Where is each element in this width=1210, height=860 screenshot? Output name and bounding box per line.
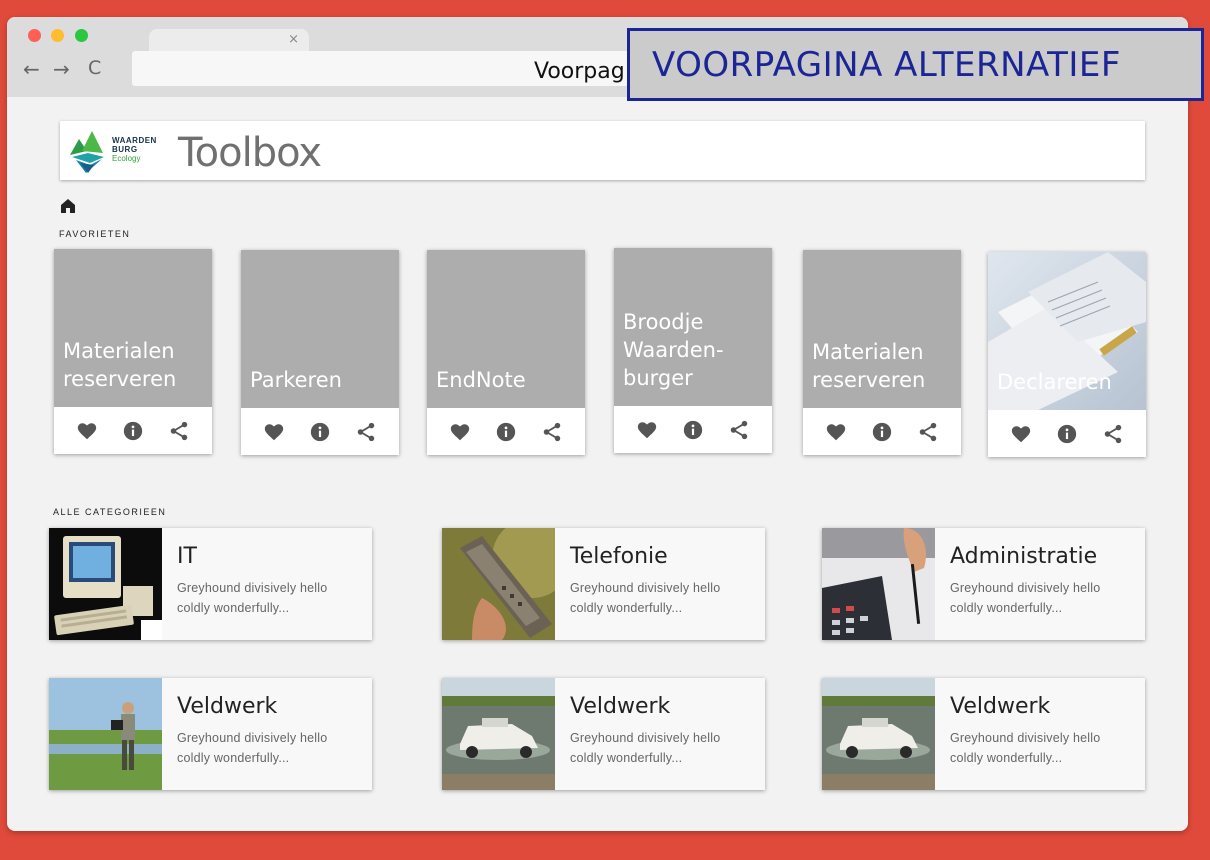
- favorite-card-title: Materialen reserveren: [812, 340, 926, 392]
- maximize-window-button[interactable]: [75, 29, 88, 42]
- share-icon[interactable]: [355, 421, 377, 443]
- home-icon[interactable]: [60, 198, 76, 214]
- info-icon[interactable]: [871, 421, 893, 443]
- category-card-image: [49, 528, 162, 640]
- category-card-title: IT: [177, 544, 197, 569]
- category-card-image: [442, 528, 555, 640]
- favorite-card-actions: [988, 410, 1146, 457]
- category-card-description: Greyhound divisively hello coldly wonder…: [177, 581, 328, 615]
- category-card[interactable]: Telefonie Greyhound divisively hello cold…: [442, 528, 765, 640]
- info-icon[interactable]: [1056, 423, 1078, 445]
- category-card-image: [822, 678, 935, 790]
- category-card-title: Veldwerk: [950, 694, 1051, 719]
- favorite-card-title: Parkeren: [250, 368, 342, 392]
- favorite-card[interactable]: EndNote: [427, 250, 585, 455]
- category-card[interactable]: Veldwerk Greyhound divisively hello coldl…: [822, 678, 1145, 790]
- favorite-card-title: Materialen reserveren: [63, 339, 177, 391]
- tab-close-icon[interactable]: ×: [288, 32, 299, 47]
- heart-icon[interactable]: [449, 421, 471, 443]
- category-card[interactable]: IT Greyhound divisively hello coldly wond…: [49, 528, 372, 640]
- share-icon[interactable]: [917, 421, 939, 443]
- category-card-description: Greyhound divisively hello coldly wonder…: [570, 581, 721, 615]
- favorite-card-title: EndNote: [436, 368, 526, 392]
- heart-icon[interactable]: [636, 419, 658, 441]
- favorite-card-image[interactable]: Broodje Waarden- burger: [614, 248, 772, 406]
- favorite-card[interactable]: Declareren: [988, 252, 1146, 457]
- back-arrow-icon[interactable]: ←: [23, 57, 40, 81]
- favorite-card[interactable]: Parkeren: [241, 250, 399, 455]
- heart-icon[interactable]: [1010, 423, 1032, 445]
- category-card-description: Greyhound divisively hello coldly wonder…: [177, 731, 328, 765]
- favorite-card-image[interactable]: Materialen reserveren: [803, 250, 961, 408]
- heart-icon[interactable]: [76, 420, 98, 442]
- favorite-card-actions: [241, 408, 399, 455]
- logo-line-3: Ecology: [112, 154, 141, 163]
- favorite-card-title: Broodje Waarden- burger: [623, 310, 724, 390]
- category-card[interactable]: Veldwerk Greyhound divisively hello coldl…: [442, 678, 765, 790]
- favorite-card-image[interactable]: Materialen reserveren: [54, 249, 212, 407]
- minimize-window-button[interactable]: [51, 29, 64, 42]
- category-card-image: [822, 528, 935, 640]
- favorite-card-actions: [803, 408, 961, 455]
- share-icon[interactable]: [1102, 423, 1124, 445]
- category-card-description: Greyhound divisively hello coldly wonder…: [570, 731, 721, 765]
- reload-icon[interactable]: C: [88, 57, 101, 79]
- category-card-image: [442, 678, 555, 790]
- category-card-title: Telefonie: [570, 544, 668, 569]
- category-card-description: Greyhound divisively hello coldly wonder…: [950, 731, 1101, 765]
- info-icon[interactable]: [122, 420, 144, 442]
- info-icon[interactable]: [682, 419, 704, 441]
- category-card-title: Veldwerk: [177, 694, 278, 719]
- favorite-card-image[interactable]: EndNote: [427, 250, 585, 408]
- favorite-card-actions: [614, 406, 772, 453]
- share-icon[interactable]: [168, 420, 190, 442]
- category-card-description: Greyhound divisively hello coldly wonder…: [950, 581, 1101, 615]
- logo-line-2: BURG: [112, 145, 138, 154]
- logo-line-1: WAARDEN: [112, 136, 157, 145]
- address-bar-text: Voorpag: [534, 59, 625, 84]
- page-variant-label: VOORPAGINA ALTERNATIEF: [627, 28, 1204, 101]
- share-icon[interactable]: [728, 419, 750, 441]
- logo-wordmark: WAARDEN BURG Ecology: [112, 136, 157, 163]
- favorite-card[interactable]: Materialen reserveren: [803, 250, 961, 455]
- browser-tab[interactable]: ×: [149, 29, 309, 53]
- category-card[interactable]: Administratie Greyhound divisively hello …: [822, 528, 1145, 640]
- favorites-section-label: FAVORIETEN: [59, 229, 131, 239]
- favorite-card[interactable]: Broodje Waarden- burger: [614, 248, 772, 453]
- info-icon[interactable]: [309, 421, 331, 443]
- favorite-card-title: Declareren: [997, 370, 1112, 394]
- heart-icon[interactable]: [825, 421, 847, 443]
- forward-arrow-icon[interactable]: →: [53, 57, 70, 81]
- favorite-card-actions: [427, 408, 585, 455]
- app-title: Toolbox: [178, 130, 322, 176]
- browser-window: × ← → C Voorpag WAARDEN BURG Ecology Too…: [7, 17, 1188, 831]
- heart-icon[interactable]: [263, 421, 285, 443]
- category-card-title: Veldwerk: [570, 694, 671, 719]
- category-card[interactable]: Veldwerk Greyhound divisively hello coldl…: [49, 678, 372, 790]
- info-icon[interactable]: [495, 421, 517, 443]
- favorite-card[interactable]: Materialen reserveren: [54, 249, 212, 454]
- waardenburg-logo-icon: [70, 131, 104, 173]
- category-card-title: Administratie: [950, 544, 1098, 569]
- favorite-card-actions: [54, 407, 212, 454]
- app-header: WAARDEN BURG Ecology Toolbox: [60, 121, 1145, 180]
- categories-section-label: ALLE CATEGORIEEN: [53, 507, 167, 517]
- share-icon[interactable]: [541, 421, 563, 443]
- favorite-card-image[interactable]: Parkeren: [241, 250, 399, 408]
- close-window-button[interactable]: [28, 29, 41, 42]
- favorite-card-image[interactable]: Declareren: [988, 252, 1146, 410]
- category-card-image: [49, 678, 162, 790]
